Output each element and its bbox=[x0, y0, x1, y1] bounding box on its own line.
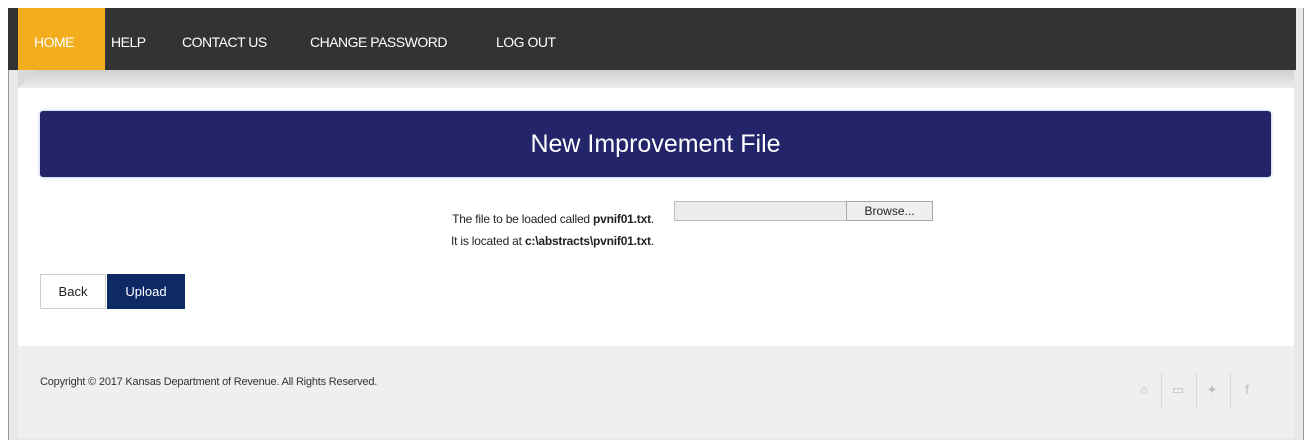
file-location-line: It is located at c:\abstracts\pvnif01.tx… bbox=[254, 234, 654, 248]
browse-button[interactable]: Browse... bbox=[846, 201, 933, 221]
navbar-ribbon-fold bbox=[18, 70, 36, 88]
youtube-icon[interactable]: ▭ bbox=[1165, 372, 1191, 408]
nav-help[interactable]: HELP bbox=[111, 8, 146, 70]
nav-contact-us[interactable]: CONTACT US bbox=[182, 8, 267, 70]
nav-log-out[interactable]: LOG OUT bbox=[496, 8, 556, 70]
social-divider bbox=[1196, 372, 1197, 408]
home-icon[interactable]: ⌂ bbox=[1131, 372, 1157, 408]
file-line-prefix: The file to be loaded called bbox=[452, 212, 590, 226]
footer: Copyright © 2017 Kansas Department of Re… bbox=[18, 346, 1294, 438]
nav-change-password[interactable]: CHANGE PASSWORD bbox=[310, 8, 447, 70]
page-title: New Improvement File bbox=[40, 111, 1271, 177]
file-location: c:\abstracts\pvnif01.txt bbox=[524, 234, 651, 248]
top-navbar: HOME HELP CONTACT US CHANGE PASSWORD LOG… bbox=[8, 8, 1296, 70]
facebook-icon[interactable]: f bbox=[1234, 372, 1260, 408]
copyright-text: Copyright © 2017 Kansas Department of Re… bbox=[40, 376, 378, 388]
back-button[interactable]: Back bbox=[40, 274, 106, 309]
main-content: New Improvement File The file to be load… bbox=[18, 88, 1294, 346]
twitter-icon[interactable]: ✦ bbox=[1199, 372, 1225, 408]
upload-button[interactable]: Upload bbox=[107, 274, 185, 309]
file-name-line: The file to be loaded called pvnif01.txt… bbox=[254, 212, 654, 226]
social-divider bbox=[1161, 372, 1162, 408]
location-prefix: It is located at bbox=[450, 234, 522, 248]
nav-home[interactable]: HOME bbox=[18, 8, 105, 70]
file-line-suffix: . bbox=[650, 212, 654, 226]
file-name: pvnif01.txt bbox=[593, 212, 651, 226]
location-suffix: . bbox=[650, 234, 654, 248]
social-divider bbox=[1230, 372, 1231, 408]
navbar-shadow bbox=[18, 70, 1294, 88]
